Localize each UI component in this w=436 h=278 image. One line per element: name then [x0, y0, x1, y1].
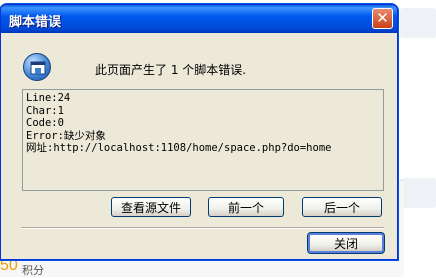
dialog-separator — [21, 227, 384, 229]
close-button[interactable]: 关闭 — [307, 232, 385, 254]
detail-error: Error:缺少对象 — [26, 129, 106, 142]
detail-code: Code:0 — [26, 117, 64, 130]
title-close-button[interactable]: ✕ — [372, 8, 393, 29]
previous-error-button[interactable]: 前一个 — [208, 197, 284, 217]
detail-char: Char:1 — [26, 104, 64, 117]
background-panel — [400, 8, 436, 38]
detail-url: 网址:http://localhost:1108/home/space.php?… — [26, 142, 332, 155]
background-panel — [400, 178, 436, 208]
error-details-box: Line:24 Char:1 Code:0 Error:缺少对象 网址:http… — [22, 89, 384, 191]
error-message: 此页面产生了 1 个脚本错误. — [95, 63, 247, 77]
dialog-titlebar[interactable]: 脚本错误 ✕ — [1, 5, 397, 33]
next-error-button[interactable]: 后一个 — [302, 197, 382, 217]
view-source-button[interactable]: 查看源文件 — [111, 197, 191, 217]
script-error-dialog: 脚本错误 ✕ 此页面产生了 1 个脚本错误. Line:24 Char:1 Co… — [0, 4, 398, 260]
close-icon: ✕ — [376, 9, 389, 27]
window-info-icon — [23, 53, 51, 81]
dialog-title: 脚本错误 — [9, 15, 62, 30]
detail-line: Line:24 — [26, 92, 71, 104]
